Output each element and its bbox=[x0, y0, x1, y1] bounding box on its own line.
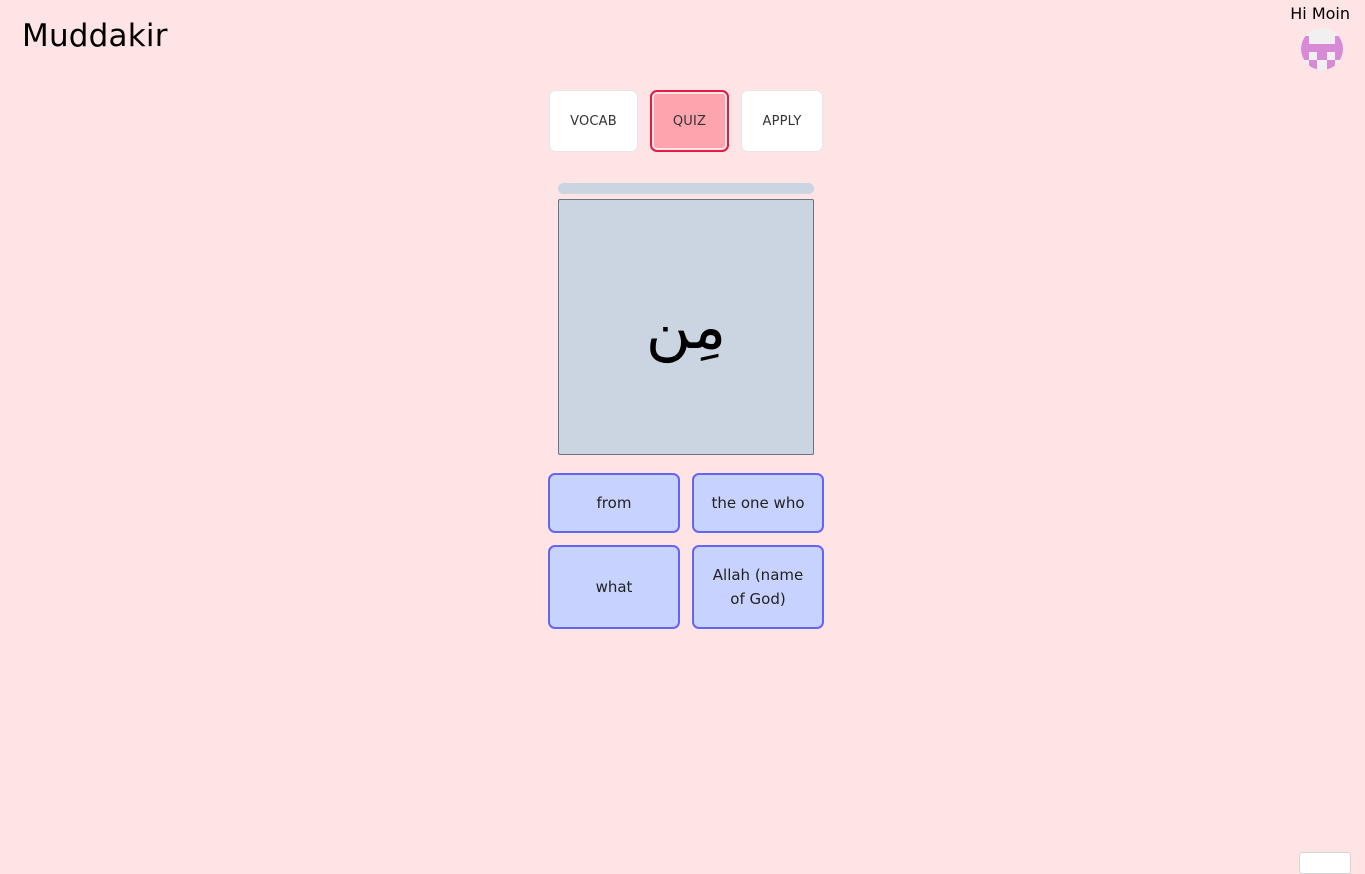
answer-option-the-one-who[interactable]: the one who bbox=[692, 473, 824, 533]
answer-option-allah[interactable]: Allah (name of God) bbox=[692, 545, 824, 629]
word-flashcard: مِن bbox=[558, 199, 814, 455]
tab-vocab[interactable]: VOCAB bbox=[549, 90, 638, 152]
tab-apply[interactable]: APPLY bbox=[741, 90, 823, 152]
user-greeting: Hi Moin bbox=[1290, 4, 1350, 23]
answer-option-what[interactable]: what bbox=[548, 545, 680, 629]
avatar[interactable] bbox=[1301, 28, 1343, 70]
app-title: Muddakir bbox=[22, 18, 168, 54]
pixel-avatar-icon bbox=[1301, 28, 1343, 70]
answer-options: from the one who what Allah (name of God… bbox=[548, 473, 824, 629]
quiz-progress-bar bbox=[558, 183, 814, 194]
corner-button[interactable] bbox=[1299, 852, 1351, 874]
arabic-word: مِن bbox=[645, 290, 727, 363]
tab-quiz[interactable]: QUIZ bbox=[650, 90, 729, 152]
mode-tabs: VOCAB QUIZ APPLY bbox=[549, 90, 823, 152]
answer-option-from[interactable]: from bbox=[548, 473, 680, 533]
